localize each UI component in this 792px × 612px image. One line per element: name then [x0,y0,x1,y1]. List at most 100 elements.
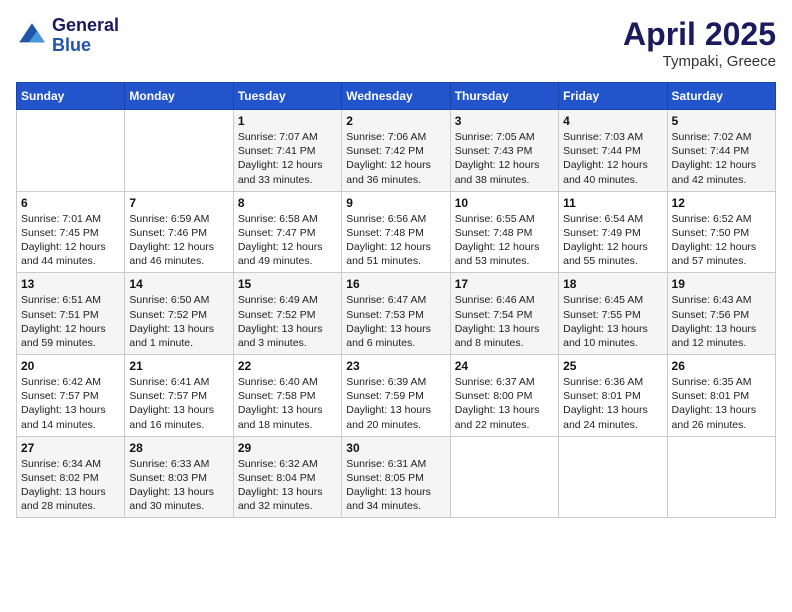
day-content: Sunrise: 6:50 AM Sunset: 7:52 PM Dayligh… [129,293,228,350]
day-number: 22 [238,359,337,373]
day-number: 30 [346,441,445,455]
logo-icon [16,20,48,52]
calendar-table: SundayMondayTuesdayWednesdayThursdayFrid… [16,82,776,518]
location: Tympaki, Greece [623,53,776,70]
calendar-cell: 11 Sunrise: 6:54 AM Sunset: 7:49 PM Dayli… [559,191,667,273]
calendar-cell [17,110,125,192]
day-content: Sunrise: 6:45 AM Sunset: 7:55 PM Dayligh… [563,293,662,350]
calendar-cell: 10 Sunrise: 6:55 AM Sunset: 7:48 PM Dayli… [450,191,558,273]
day-content: Sunrise: 6:55 AM Sunset: 7:48 PM Dayligh… [455,212,554,269]
day-number: 5 [672,114,771,128]
day-number: 15 [238,277,337,291]
calendar-cell: 12 Sunrise: 6:52 AM Sunset: 7:50 PM Dayli… [667,191,775,273]
day-content: Sunrise: 6:40 AM Sunset: 7:58 PM Dayligh… [238,375,337,432]
day-content: Sunrise: 6:37 AM Sunset: 8:00 PM Dayligh… [455,375,554,432]
header-cell-tuesday: Tuesday [233,83,341,110]
calendar-cell: 5 Sunrise: 7:02 AM Sunset: 7:44 PM Daylig… [667,110,775,192]
calendar-cell: 26 Sunrise: 6:35 AM Sunset: 8:01 PM Dayli… [667,355,775,437]
calendar-cell [559,436,667,518]
day-content: Sunrise: 6:47 AM Sunset: 7:53 PM Dayligh… [346,293,445,350]
day-number: 26 [672,359,771,373]
header-cell-thursday: Thursday [450,83,558,110]
logo: General Blue [16,16,119,56]
day-number: 20 [21,359,120,373]
calendar-cell: 9 Sunrise: 6:56 AM Sunset: 7:48 PM Daylig… [342,191,450,273]
day-content: Sunrise: 6:49 AM Sunset: 7:52 PM Dayligh… [238,293,337,350]
day-content: Sunrise: 6:42 AM Sunset: 7:57 PM Dayligh… [21,375,120,432]
calendar-cell: 19 Sunrise: 6:43 AM Sunset: 7:56 PM Dayli… [667,273,775,355]
day-number: 1 [238,114,337,128]
calendar-cell: 27Sunrise: 6:34 AM Sunset: 8:02 PM Dayli… [17,436,125,518]
day-content: Sunrise: 6:41 AM Sunset: 7:57 PM Dayligh… [129,375,228,432]
week-row-5: 27Sunrise: 6:34 AM Sunset: 8:02 PM Dayli… [17,436,776,518]
day-content: Sunrise: 7:02 AM Sunset: 7:44 PM Dayligh… [672,130,771,187]
day-content: Sunrise: 6:58 AM Sunset: 7:47 PM Dayligh… [238,212,337,269]
day-number: 2 [346,114,445,128]
calendar-body: 1Sunrise: 7:07 AM Sunset: 7:41 PM Daylig… [17,110,776,518]
day-content: Sunrise: 7:03 AM Sunset: 7:44 PM Dayligh… [563,130,662,187]
day-number: 13 [21,277,120,291]
logo-text: General Blue [52,16,119,56]
day-number: 4 [563,114,662,128]
calendar-cell: 15 Sunrise: 6:49 AM Sunset: 7:52 PM Dayli… [233,273,341,355]
calendar-cell: 1Sunrise: 7:07 AM Sunset: 7:41 PM Daylig… [233,110,341,192]
day-number: 12 [672,196,771,210]
header-cell-wednesday: Wednesday [342,83,450,110]
day-number: 10 [455,196,554,210]
calendar-cell [450,436,558,518]
header-row: SundayMondayTuesdayWednesdayThursdayFrid… [17,83,776,110]
day-content: Sunrise: 6:52 AM Sunset: 7:50 PM Dayligh… [672,212,771,269]
day-number: 17 [455,277,554,291]
day-content: Sunrise: 6:39 AM Sunset: 7:59 PM Dayligh… [346,375,445,432]
day-content: Sunrise: 6:32 AM Sunset: 8:04 PM Dayligh… [238,457,337,514]
header-cell-monday: Monday [125,83,233,110]
day-content: Sunrise: 7:05 AM Sunset: 7:43 PM Dayligh… [455,130,554,187]
calendar-cell: 17Sunrise: 6:46 AM Sunset: 7:54 PM Dayli… [450,273,558,355]
day-number: 7 [129,196,228,210]
day-content: Sunrise: 6:56 AM Sunset: 7:48 PM Dayligh… [346,212,445,269]
calendar-cell: 21 Sunrise: 6:41 AM Sunset: 7:57 PM Dayli… [125,355,233,437]
day-content: Sunrise: 6:59 AM Sunset: 7:46 PM Dayligh… [129,212,228,269]
day-content: Sunrise: 6:54 AM Sunset: 7:49 PM Dayligh… [563,212,662,269]
week-row-4: 20 Sunrise: 6:42 AM Sunset: 7:57 PM Dayli… [17,355,776,437]
calendar-cell [667,436,775,518]
header-cell-saturday: Saturday [667,83,775,110]
week-row-1: 1Sunrise: 7:07 AM Sunset: 7:41 PM Daylig… [17,110,776,192]
day-number: 3 [455,114,554,128]
calendar-cell: 25 Sunrise: 6:36 AM Sunset: 8:01 PM Dayli… [559,355,667,437]
day-number: 9 [346,196,445,210]
day-content: Sunrise: 6:36 AM Sunset: 8:01 PM Dayligh… [563,375,662,432]
calendar-cell [125,110,233,192]
calendar-cell: 3 Sunrise: 7:05 AM Sunset: 7:43 PM Daylig… [450,110,558,192]
day-number: 19 [672,277,771,291]
calendar-cell: 16 Sunrise: 6:47 AM Sunset: 7:53 PM Dayli… [342,273,450,355]
day-content: Sunrise: 7:06 AM Sunset: 7:42 PM Dayligh… [346,130,445,187]
day-content: Sunrise: 6:35 AM Sunset: 8:01 PM Dayligh… [672,375,771,432]
calendar-header: SundayMondayTuesdayWednesdayThursdayFrid… [17,83,776,110]
day-number: 6 [21,196,120,210]
day-content: Sunrise: 6:33 AM Sunset: 8:03 PM Dayligh… [129,457,228,514]
calendar-cell: 2 Sunrise: 7:06 AM Sunset: 7:42 PM Daylig… [342,110,450,192]
day-number: 18 [563,277,662,291]
day-number: 29 [238,441,337,455]
day-number: 14 [129,277,228,291]
calendar-cell: 14 Sunrise: 6:50 AM Sunset: 7:52 PM Dayli… [125,273,233,355]
calendar-cell: 22 Sunrise: 6:40 AM Sunset: 7:58 PM Dayli… [233,355,341,437]
title-block: April 2025 Tympaki, Greece [623,16,776,70]
day-content: Sunrise: 7:01 AM Sunset: 7:45 PM Dayligh… [21,212,120,269]
calendar-cell: 30Sunrise: 6:31 AM Sunset: 8:05 PM Dayli… [342,436,450,518]
calendar-cell: 29 Sunrise: 6:32 AM Sunset: 8:04 PM Dayli… [233,436,341,518]
day-number: 25 [563,359,662,373]
day-number: 27 [21,441,120,455]
week-row-2: 6 Sunrise: 7:01 AM Sunset: 7:45 PM Daylig… [17,191,776,273]
day-number: 21 [129,359,228,373]
day-number: 16 [346,277,445,291]
day-content: Sunrise: 6:43 AM Sunset: 7:56 PM Dayligh… [672,293,771,350]
day-content: Sunrise: 6:51 AM Sunset: 7:51 PM Dayligh… [21,293,120,350]
header-cell-friday: Friday [559,83,667,110]
calendar-cell: 23 Sunrise: 6:39 AM Sunset: 7:59 PM Dayli… [342,355,450,437]
day-number: 8 [238,196,337,210]
calendar-cell: 7 Sunrise: 6:59 AM Sunset: 7:46 PM Daylig… [125,191,233,273]
day-number: 11 [563,196,662,210]
day-number: 23 [346,359,445,373]
